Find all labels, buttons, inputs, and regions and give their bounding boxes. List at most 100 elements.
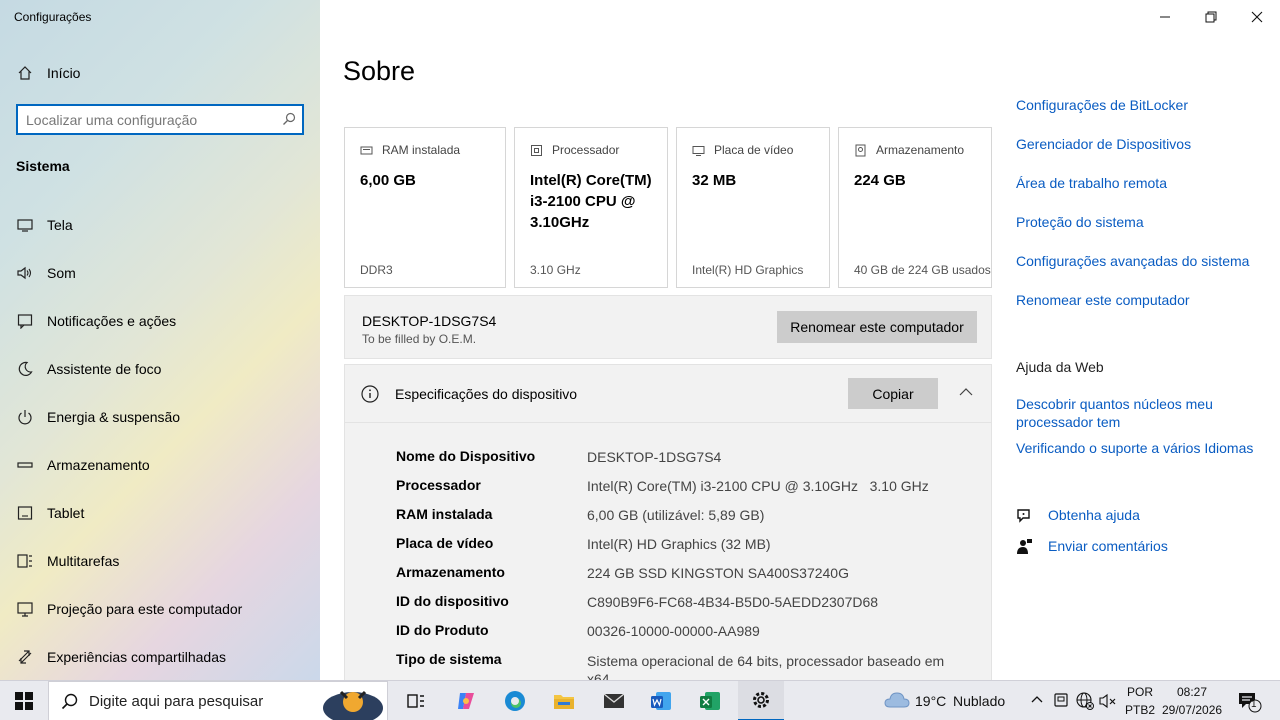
spec-value: 00326-10000-00000-AA989 <box>587 623 760 639</box>
sidebar-item-tela[interactable]: Tela <box>0 205 320 245</box>
link-advanced-settings[interactable]: Configurações avançadas do sistema <box>1016 253 1249 269</box>
notification-center-icon[interactable] <box>1238 691 1262 713</box>
copy-button[interactable]: Copiar <box>848 378 938 409</box>
sidebar-item-notificacoes[interactable]: Notificações e ações <box>0 301 320 341</box>
rename-pc-button[interactable]: Renomear este computador <box>777 311 977 343</box>
spec-value: 224 GB SSD KINGSTON SA400S37240G <box>587 565 849 581</box>
taskbar-app-copilot[interactable] <box>446 681 486 720</box>
moon-icon <box>17 361 33 377</box>
language-bottom[interactable]: PTB2 <box>1125 703 1155 717</box>
section-heading: Sistema <box>16 158 70 174</box>
sidebar-item-label: Tela <box>47 217 73 233</box>
display-icon <box>17 217 33 233</box>
taskbar-app-excel[interactable] <box>690 681 730 720</box>
sidebar-item-armazenamento[interactable]: Armazenamento <box>0 445 320 485</box>
sidebar-item-label: Tablet <box>47 505 85 521</box>
sidebar-item-tablet[interactable]: Tablet <box>0 493 320 533</box>
device-specs-panel: Especificações do dispositivo Copiar Nom… <box>344 364 992 684</box>
weather-desc[interactable]: Nublado <box>953 693 1005 709</box>
folder-icon <box>554 695 574 709</box>
search-input[interactable] <box>26 110 276 130</box>
pc-name: DESKTOP-1DSG7S4 <box>362 313 497 329</box>
sidebar-item-experiencias[interactable]: Experiências compartilhadas <box>0 637 320 677</box>
taskbar-app-settings[interactable] <box>738 681 784 720</box>
sidebar-item-label: Assistente de foco <box>47 361 162 377</box>
restore-button[interactable] <box>1200 8 1222 26</box>
info-icon <box>361 385 379 403</box>
device-icon[interactable] <box>1053 692 1069 708</box>
card-footer: 3.10 GHz <box>530 263 581 277</box>
chevron-up-icon[interactable] <box>958 387 974 397</box>
notification-icon <box>17 313 33 329</box>
ram-icon <box>360 146 373 154</box>
link-feedback[interactable]: Enviar comentários <box>1048 538 1168 554</box>
close-button[interactable] <box>1246 8 1268 26</box>
link-remote-desktop[interactable]: Área de trabalho remota <box>1016 175 1167 191</box>
spec-key: Placa de vídeo <box>396 535 494 551</box>
card-footer: Intel(R) HD Graphics <box>692 263 804 277</box>
search-highlight-icon <box>317 682 389 720</box>
link-get-help[interactable]: Obtenha ajuda <box>1048 507 1140 523</box>
notification-count: 1 <box>1251 699 1257 710</box>
card-value: 6,00 GB <box>360 172 416 189</box>
search-icon <box>282 112 296 126</box>
card-processor: Processador Intel(R) Core(TM) i3-2100 CP… <box>514 127 668 288</box>
sidebar-item-label: Armazenamento <box>47 457 150 473</box>
cpu-icon <box>531 144 542 156</box>
spec-key: Processador <box>396 477 481 493</box>
task-view-icon <box>407 694 424 708</box>
taskbar-search[interactable]: Digite aqui para pesquisar <box>48 681 388 720</box>
link-bitlocker[interactable]: Configurações de BitLocker <box>1016 97 1188 113</box>
weather-temp[interactable]: 19°C <box>915 693 946 709</box>
spec-key: RAM instalada <box>396 506 493 522</box>
volume-muted-icon[interactable] <box>1099 692 1117 710</box>
card-label: RAM instalada <box>382 143 461 157</box>
link-device-manager[interactable]: Gerenciador de Dispositivos <box>1016 136 1191 152</box>
card-value: Intel(R) Core(TM) i3-2100 CPU @ 3.10GHz <box>530 172 652 231</box>
card-label: Armazenamento <box>876 143 965 157</box>
sidebar-item-multitarefas[interactable]: Multitarefas <box>0 541 320 581</box>
mail-icon <box>603 693 625 708</box>
link-rename-pc[interactable]: Renomear este computador <box>1016 292 1190 308</box>
task-view-button[interactable] <box>396 681 436 720</box>
taskbar-search-placeholder: Digite aqui para pesquisar <box>89 693 264 710</box>
taskbar-app-explorer[interactable] <box>544 681 584 720</box>
nav-home[interactable]: Início <box>0 53 320 93</box>
link-system-protection[interactable]: Proteção do sistema <box>1016 214 1144 230</box>
network-icon[interactable] <box>1076 692 1094 710</box>
sidebar: Configurações Início Sistema Tela Som No… <box>0 0 320 680</box>
sidebar-item-label: Multitarefas <box>47 553 120 569</box>
language-top[interactable]: POR <box>1127 685 1153 699</box>
sidebar-item-label: Projeção para este computador <box>47 601 243 617</box>
start-button[interactable] <box>0 681 48 720</box>
sidebar-item-som[interactable]: Som <box>0 253 320 293</box>
speaker-icon <box>17 265 33 281</box>
search-icon <box>61 693 78 710</box>
sidebar-item-energia[interactable]: Energia & suspensão <box>0 397 320 437</box>
sidebar-item-projecao[interactable]: Projeção para este computador <box>0 589 320 629</box>
sidebar-item-foco[interactable]: Assistente de foco <box>0 349 320 389</box>
clock-date[interactable]: 29/07/2026 <box>1162 703 1222 717</box>
card-value: 224 GB <box>854 172 906 189</box>
chevron-up-icon[interactable] <box>1030 694 1044 704</box>
copilot-icon <box>458 693 474 709</box>
minimize-button[interactable] <box>1154 8 1176 26</box>
spec-value: DESKTOP-1DSG7S4 <box>587 449 722 465</box>
link-language-help[interactable]: Verificando o suporte a vários Idiomas <box>1016 440 1253 456</box>
main-content: Sobre RAM instalada 6,00 GB DDR3 Process… <box>320 0 1280 684</box>
storage-icon <box>17 457 33 473</box>
taskbar-app-word[interactable] <box>641 681 681 720</box>
page-title: Sobre <box>343 56 416 86</box>
web-help-heading: Ajuda da Web <box>1016 359 1104 375</box>
taskbar-app-mail[interactable] <box>594 681 634 720</box>
specs-title: Especificações do dispositivo <box>395 386 578 402</box>
sidebar-item-label: Experiências compartilhadas <box>47 649 226 665</box>
link-cores-help[interactable]: Descobrir quantos núcleos meu processado… <box>1016 395 1236 431</box>
spec-value: 6,00 GB (utilizável: 5,89 GB) <box>587 507 765 523</box>
card-label: Placa de vídeo <box>714 143 794 157</box>
settings-search[interactable] <box>16 104 304 135</box>
spec-key: Nome do Dispositivo <box>396 448 536 464</box>
clock-time[interactable]: 08:27 <box>1177 685 1207 699</box>
taskbar-app-edge[interactable] <box>495 681 535 720</box>
specs-header[interactable]: Especificações do dispositivo Copiar <box>345 365 991 423</box>
